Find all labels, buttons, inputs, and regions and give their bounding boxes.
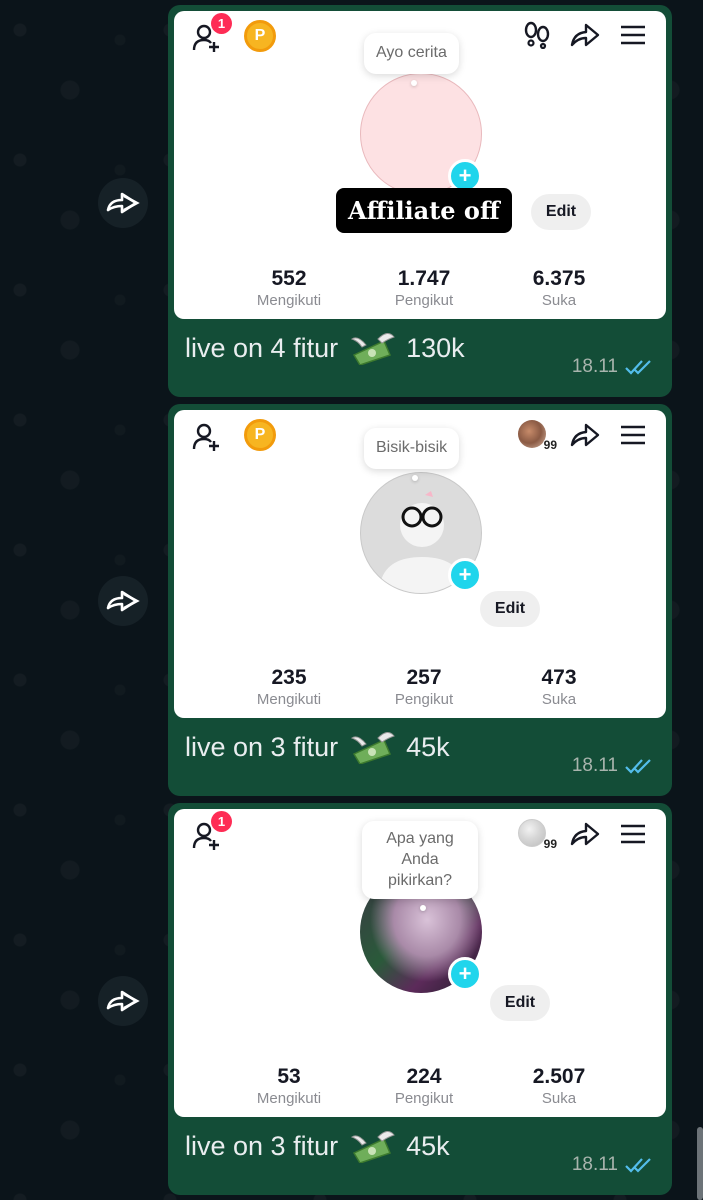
- thought-text: Bisik-bisik: [376, 439, 448, 456]
- scrollbar[interactable]: [697, 1127, 703, 1200]
- notification-badge: 1: [211, 13, 232, 34]
- stat-value: 224: [406, 1065, 442, 1088]
- time-text: 18.11: [571, 356, 618, 377]
- stat-value: 552: [271, 267, 307, 290]
- forward-button[interactable]: [98, 576, 148, 626]
- forward-button[interactable]: [98, 178, 148, 228]
- edit-button[interactable]: Edit: [480, 591, 540, 627]
- stat-value: 473: [541, 666, 577, 689]
- message-bubble[interactable]: 1 99 + Apa yang Anda pikirkan? Edit 53 Me…: [168, 803, 672, 1195]
- stat-following[interactable]: 552 Mengikuti: [234, 267, 344, 309]
- profile-screenshot: 1 99 + Apa yang Anda pikirkan? Edit 53 Me…: [174, 809, 666, 1117]
- message-caption: live on 4 fitur 130k: [185, 331, 465, 365]
- share-icon[interactable]: [570, 821, 600, 847]
- footprint-icon[interactable]: [524, 21, 550, 49]
- profile-stats: 235 Mengikuti 257 Pengikut 473 Suka: [234, 666, 614, 708]
- forward-icon: [106, 990, 140, 1012]
- double-check-icon: [625, 360, 651, 375]
- time-text: 18.11: [571, 755, 618, 776]
- edit-button[interactable]: Edit: [531, 194, 591, 230]
- caption-amount: 45k: [406, 1130, 450, 1161]
- message-time: 18.11: [572, 755, 654, 777]
- stat-likes[interactable]: 473 Suka: [504, 666, 614, 708]
- caption-text: live on 3 fitur: [185, 1130, 339, 1161]
- caption-amount: 130k: [406, 332, 465, 363]
- forward-icon: [106, 192, 140, 214]
- profile-screenshot: 1 P + Ayo cerita Affiliate off Edit 552 M…: [174, 11, 666, 319]
- forward-button[interactable]: [98, 976, 148, 1026]
- caption-amount: 45k: [406, 731, 450, 762]
- stat-label: Pengikut: [394, 691, 454, 708]
- double-check-icon: [625, 1158, 651, 1173]
- stat-followers[interactable]: 257 Pengikut: [369, 666, 479, 708]
- message-time: 18.11: [572, 1154, 654, 1176]
- menu-icon[interactable]: [620, 424, 646, 446]
- stat-label: Mengikuti: [256, 292, 322, 309]
- stat-label: Suka: [541, 1090, 577, 1107]
- stat-value: 6.375: [532, 267, 586, 290]
- double-check-icon: [625, 759, 651, 774]
- affiliate-label: Affiliate off: [336, 188, 512, 233]
- stat-label: Pengikut: [394, 292, 454, 309]
- menu-icon[interactable]: [620, 823, 646, 845]
- thought-bubble[interactable]: Ayo cerita: [364, 33, 459, 86]
- plus-icon[interactable]: +: [448, 558, 482, 592]
- plus-icon[interactable]: +: [448, 957, 482, 991]
- person-add-icon[interactable]: [192, 422, 222, 452]
- money-with-wings-icon: [350, 333, 395, 365]
- profile-stats: 53 Mengikuti 224 Pengikut 2.507 Suka: [234, 1065, 614, 1107]
- stat-label: Pengikut: [394, 1090, 454, 1107]
- notification-badge: 1: [211, 811, 232, 832]
- share-icon[interactable]: [570, 422, 600, 448]
- profile-stats: 552 Mengikuti 1.747 Pengikut 6.375 Suka: [234, 267, 614, 309]
- stat-likes[interactable]: 2.507 Suka: [504, 1065, 614, 1107]
- message-bubble[interactable]: 1 P + Ayo cerita Affiliate off Edit 552 M…: [168, 5, 672, 397]
- thought-bubble[interactable]: Apa yang Anda pikirkan?: [362, 821, 478, 912]
- visitor-avatar[interactable]: 99: [518, 420, 558, 452]
- profile-screenshot: P 99 + Bisik-bisik Edit 235 Mengikuti 257…: [174, 410, 666, 718]
- p-badge[interactable]: P: [244, 20, 276, 52]
- message-caption: live on 3 fitur 45k: [185, 730, 450, 764]
- stat-likes[interactable]: 6.375 Suka: [504, 267, 614, 309]
- visitor-count: 99: [542, 438, 558, 452]
- stat-value: 235: [271, 666, 307, 689]
- stat-label: Mengikuti: [256, 691, 322, 708]
- money-with-wings-icon: [350, 732, 395, 764]
- stat-value: 53: [277, 1065, 301, 1088]
- message-caption: live on 3 fitur 45k: [185, 1129, 450, 1163]
- message-time: 18.11: [572, 356, 654, 378]
- stat-label: Suka: [541, 292, 577, 309]
- visitor-avatar[interactable]: 99: [518, 819, 558, 851]
- stat-label: Mengikuti: [256, 1090, 322, 1107]
- stat-value: 2.507: [532, 1065, 586, 1088]
- stat-following[interactable]: 235 Mengikuti: [234, 666, 344, 708]
- stat-value: 257: [406, 666, 442, 689]
- stat-followers[interactable]: 224 Pengikut: [369, 1065, 479, 1107]
- stat-label: Suka: [541, 691, 577, 708]
- p-badge[interactable]: P: [244, 419, 276, 451]
- caption-text: live on 3 fitur: [185, 731, 339, 762]
- message-bubble[interactable]: P 99 + Bisik-bisik Edit 235 Mengikuti 257…: [168, 404, 672, 796]
- stat-value: 1.747: [397, 267, 451, 290]
- visitor-count: 99: [542, 837, 558, 851]
- forward-icon: [106, 590, 140, 612]
- thought-text: Apa yang Anda pikirkan?: [386, 830, 454, 889]
- menu-icon[interactable]: [620, 24, 646, 46]
- stat-following[interactable]: 53 Mengikuti: [234, 1065, 344, 1107]
- stat-followers[interactable]: 1.747 Pengikut: [369, 267, 479, 309]
- share-icon[interactable]: [570, 22, 600, 48]
- time-text: 18.11: [571, 1154, 618, 1175]
- money-with-wings-icon: [350, 1131, 395, 1163]
- caption-text: live on 4 fitur: [185, 332, 339, 363]
- thought-bubble[interactable]: Bisik-bisik: [364, 428, 460, 481]
- thought-text: Ayo cerita: [376, 44, 447, 61]
- edit-button[interactable]: Edit: [490, 985, 550, 1021]
